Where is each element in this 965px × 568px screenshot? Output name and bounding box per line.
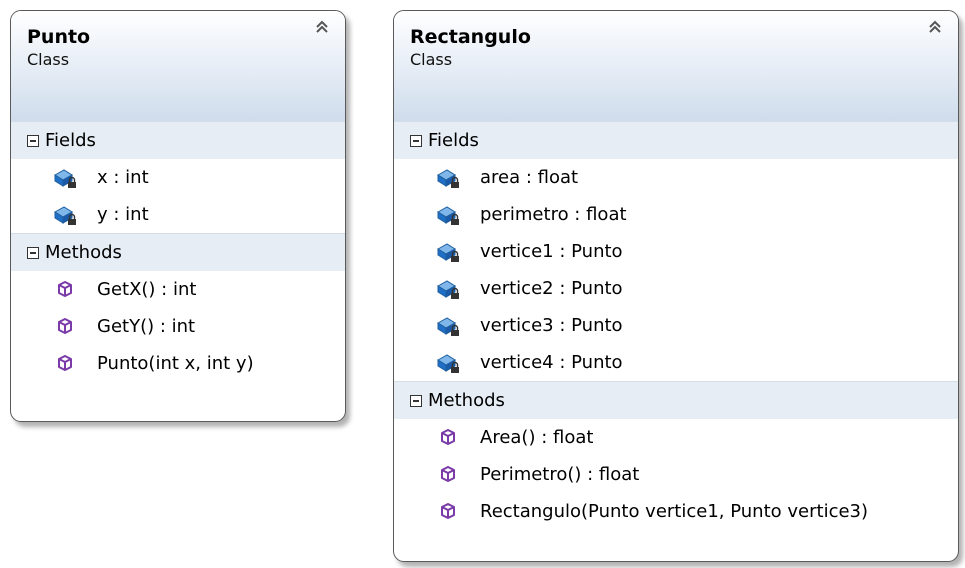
method-text: Punto(int x, int y) xyxy=(97,353,254,374)
method-icon xyxy=(436,463,462,487)
field-item[interactable]: vertice1 : Punto xyxy=(394,233,958,270)
class-kind: Class xyxy=(27,50,70,69)
field-text: vertice1 : Punto xyxy=(480,241,623,262)
field-text: x : int xyxy=(97,167,149,188)
class-box-rectangulo[interactable]: Rectangulo Class Fields area : float per… xyxy=(393,10,959,562)
method-item[interactable]: Punto(int x, int y) xyxy=(11,345,345,382)
method-icon xyxy=(53,352,79,376)
method-icon xyxy=(436,426,462,450)
field-item[interactable]: vertice3 : Punto xyxy=(394,307,958,344)
collapse-minus-icon[interactable] xyxy=(410,134,422,147)
private-field-icon xyxy=(436,277,462,301)
field-item[interactable]: y : int xyxy=(11,196,345,233)
method-item[interactable]: GetX() : int xyxy=(11,271,345,308)
class-name: Punto xyxy=(27,26,91,48)
method-text: GetX() : int xyxy=(97,279,197,300)
field-item[interactable]: area : float xyxy=(394,159,958,196)
field-text: vertice4 : Punto xyxy=(480,352,623,373)
method-icon xyxy=(53,315,79,339)
field-text: y : int xyxy=(97,204,149,225)
class-header[interactable]: Punto Class xyxy=(11,11,345,121)
private-field-icon xyxy=(436,203,462,227)
method-icon xyxy=(53,278,79,302)
section-methods[interactable]: Methods xyxy=(11,233,345,271)
field-item[interactable]: x : int xyxy=(11,159,345,196)
field-text: vertice2 : Punto xyxy=(480,278,623,299)
field-item[interactable]: vertice2 : Punto xyxy=(394,270,958,307)
method-text: Rectangulo(Punto vertice1, Punto vertice… xyxy=(480,501,869,522)
private-field-icon xyxy=(53,166,79,190)
method-item[interactable]: Rectangulo(Punto vertice1, Punto vertice… xyxy=(394,493,958,530)
field-item[interactable]: vertice4 : Punto xyxy=(394,344,958,381)
class-box-punto[interactable]: Punto Class Fields x : int y : int Metho… xyxy=(10,10,346,422)
private-field-icon xyxy=(53,203,79,227)
collapse-chevrons-icon[interactable] xyxy=(926,19,944,39)
class-header[interactable]: Rectangulo Class xyxy=(394,11,958,121)
section-fields[interactable]: Fields xyxy=(11,121,345,159)
method-item[interactable]: GetY() : int xyxy=(11,308,345,345)
method-item[interactable]: Perimetro() : float xyxy=(394,456,958,493)
field-text: perimetro : float xyxy=(480,204,627,225)
private-field-icon xyxy=(436,240,462,264)
section-label: Fields xyxy=(428,129,479,151)
method-icon xyxy=(436,500,462,524)
method-text: GetY() : int xyxy=(97,316,196,337)
field-text: vertice3 : Punto xyxy=(480,315,623,336)
field-text: area : float xyxy=(480,167,579,188)
section-fields[interactable]: Fields xyxy=(394,121,958,159)
section-label: Fields xyxy=(45,129,96,151)
private-field-icon xyxy=(436,314,462,338)
private-field-icon xyxy=(436,351,462,375)
section-label: Methods xyxy=(45,241,122,263)
class-name: Rectangulo xyxy=(410,26,531,48)
collapse-minus-icon[interactable] xyxy=(27,134,39,147)
private-field-icon xyxy=(436,166,462,190)
section-methods[interactable]: Methods xyxy=(394,381,958,419)
section-label: Methods xyxy=(428,389,505,411)
method-text: Area() : float xyxy=(480,427,594,448)
class-kind: Class xyxy=(410,50,453,69)
method-text: Perimetro() : float xyxy=(480,464,640,485)
field-item[interactable]: perimetro : float xyxy=(394,196,958,233)
method-item[interactable]: Area() : float xyxy=(394,419,958,456)
collapse-minus-icon[interactable] xyxy=(410,394,422,407)
collapse-minus-icon[interactable] xyxy=(27,246,39,259)
collapse-chevrons-icon[interactable] xyxy=(313,19,331,39)
